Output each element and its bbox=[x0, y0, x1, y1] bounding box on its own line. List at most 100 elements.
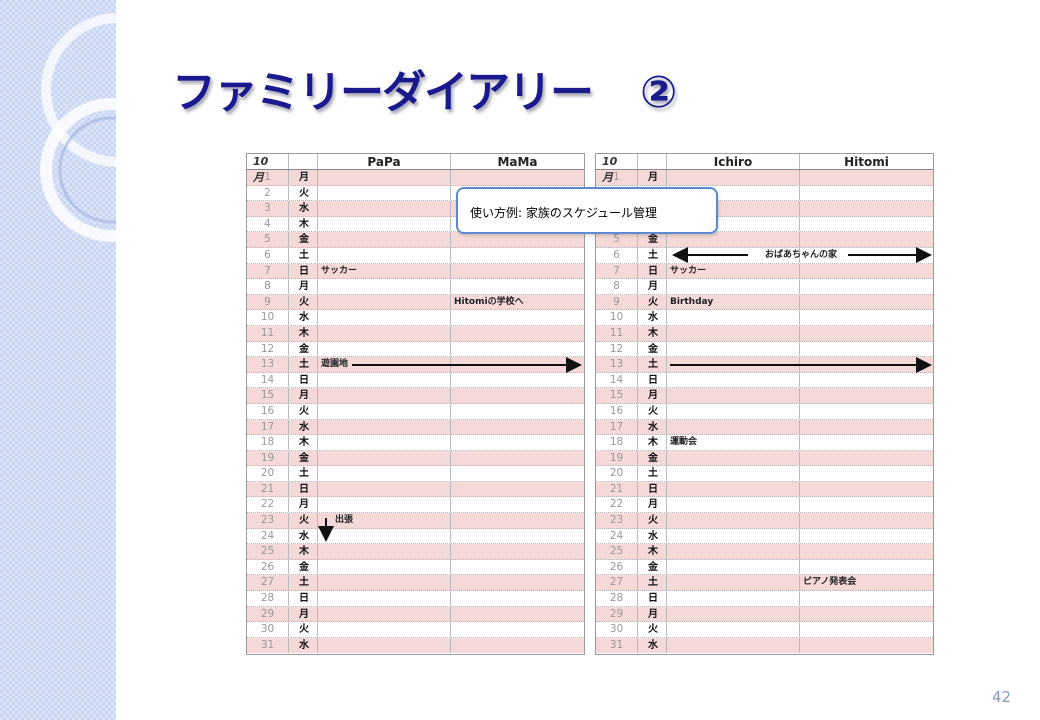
event-cell[interactable] bbox=[451, 451, 584, 466]
event-cell[interactable] bbox=[318, 294, 451, 310]
event-cell[interactable] bbox=[800, 279, 933, 294]
event-cell[interactable] bbox=[667, 357, 800, 372]
event-cell[interactable] bbox=[800, 404, 933, 419]
event-cell[interactable]: サッカー bbox=[667, 263, 800, 279]
event-cell[interactable] bbox=[667, 388, 800, 403]
event-cell[interactable] bbox=[800, 295, 933, 310]
event-cell[interactable] bbox=[667, 232, 800, 247]
event-cell[interactable] bbox=[451, 248, 584, 263]
event-cell[interactable] bbox=[800, 264, 933, 279]
event-cell[interactable] bbox=[667, 497, 800, 513]
event-cell[interactable] bbox=[318, 419, 451, 435]
event-cell[interactable] bbox=[451, 638, 584, 654]
event-cell[interactable] bbox=[667, 372, 800, 388]
event-cell[interactable]: 出張 bbox=[318, 513, 451, 528]
event-cell[interactable] bbox=[451, 544, 584, 559]
event-cell[interactable] bbox=[800, 497, 933, 512]
event-cell[interactable] bbox=[800, 170, 933, 185]
event-cell[interactable] bbox=[451, 388, 584, 403]
event-cell[interactable]: ピアノ発表会 bbox=[800, 575, 933, 590]
event-cell[interactable] bbox=[318, 216, 451, 232]
event-cell[interactable] bbox=[667, 622, 800, 637]
event-cell[interactable] bbox=[451, 482, 584, 497]
event-cell[interactable] bbox=[318, 310, 451, 325]
event-cell[interactable] bbox=[318, 403, 451, 419]
event-cell[interactable] bbox=[800, 201, 933, 216]
event-cell[interactable] bbox=[667, 637, 800, 654]
event-cell[interactable] bbox=[318, 528, 451, 544]
event-cell[interactable] bbox=[667, 450, 800, 466]
event-cell[interactable] bbox=[318, 497, 451, 513]
event-cell[interactable] bbox=[800, 310, 933, 325]
event-cell[interactable] bbox=[318, 201, 451, 216]
event-cell[interactable]: Birthday bbox=[667, 294, 800, 310]
event-cell[interactable] bbox=[451, 264, 584, 279]
event-cell[interactable] bbox=[800, 591, 933, 606]
event-cell[interactable] bbox=[667, 341, 800, 357]
event-cell[interactable] bbox=[318, 591, 451, 606]
event-cell[interactable] bbox=[800, 544, 933, 559]
event-cell[interactable] bbox=[451, 529, 584, 544]
event-cell[interactable] bbox=[800, 607, 933, 622]
event-cell[interactable]: 遊園地 bbox=[318, 357, 451, 372]
event-cell[interactable] bbox=[800, 513, 933, 528]
event-cell[interactable] bbox=[318, 637, 451, 654]
event-cell[interactable] bbox=[667, 310, 800, 325]
event-cell[interactable] bbox=[451, 607, 584, 622]
event-cell[interactable] bbox=[451, 404, 584, 419]
event-cell[interactable] bbox=[667, 419, 800, 435]
event-cell[interactable] bbox=[318, 325, 451, 341]
event-cell[interactable] bbox=[667, 279, 800, 294]
event-cell[interactable] bbox=[318, 622, 451, 637]
event-cell[interactable] bbox=[318, 466, 451, 481]
event-cell[interactable] bbox=[667, 513, 800, 528]
event-cell[interactable] bbox=[318, 606, 451, 622]
event-cell[interactable] bbox=[667, 606, 800, 622]
event-cell[interactable] bbox=[800, 420, 933, 435]
event-cell[interactable] bbox=[800, 560, 933, 575]
event-cell[interactable] bbox=[451, 310, 584, 325]
event-cell[interactable] bbox=[318, 544, 451, 559]
event-cell[interactable] bbox=[451, 591, 584, 606]
event-cell[interactable] bbox=[667, 575, 800, 591]
event-cell[interactable] bbox=[800, 482, 933, 497]
event-cell[interactable] bbox=[318, 559, 451, 575]
event-cell[interactable] bbox=[800, 388, 933, 403]
event-cell[interactable] bbox=[800, 186, 933, 201]
event-cell[interactable] bbox=[800, 466, 933, 481]
event-cell[interactable] bbox=[451, 342, 584, 357]
event-cell[interactable]: サッカー bbox=[318, 263, 451, 279]
event-cell[interactable] bbox=[667, 481, 800, 497]
event-cell[interactable] bbox=[451, 420, 584, 435]
event-cell[interactable] bbox=[800, 217, 933, 232]
event-cell[interactable]: Hitomiの学校へ bbox=[451, 295, 584, 310]
event-cell[interactable] bbox=[800, 373, 933, 388]
event-cell[interactable] bbox=[800, 326, 933, 341]
event-cell[interactable] bbox=[800, 451, 933, 466]
event-cell[interactable] bbox=[318, 435, 451, 450]
event-cell[interactable]: 運動会 bbox=[667, 435, 800, 450]
event-cell[interactable] bbox=[451, 232, 584, 247]
event-cell[interactable] bbox=[451, 435, 584, 450]
event-cell[interactable] bbox=[800, 529, 933, 544]
event-cell[interactable] bbox=[800, 622, 933, 637]
event-cell[interactable] bbox=[318, 388, 451, 403]
event-cell[interactable] bbox=[451, 622, 584, 637]
event-cell[interactable] bbox=[451, 497, 584, 512]
event-cell[interactable] bbox=[451, 326, 584, 341]
event-cell[interactable] bbox=[318, 450, 451, 466]
event-cell[interactable] bbox=[318, 575, 451, 591]
event-cell[interactable] bbox=[667, 403, 800, 419]
event-cell[interactable] bbox=[667, 170, 800, 185]
event-cell[interactable] bbox=[800, 232, 933, 247]
event-cell[interactable] bbox=[667, 559, 800, 575]
event-cell[interactable] bbox=[667, 591, 800, 606]
event-cell[interactable] bbox=[667, 528, 800, 544]
event-cell[interactable] bbox=[318, 481, 451, 497]
event-cell[interactable] bbox=[451, 466, 584, 481]
event-cell[interactable] bbox=[451, 560, 584, 575]
event-cell[interactable] bbox=[318, 185, 451, 201]
event-cell[interactable] bbox=[451, 357, 584, 372]
event-cell[interactable]: おばあちゃんの家 bbox=[667, 247, 837, 263]
event-cell[interactable] bbox=[800, 435, 933, 450]
